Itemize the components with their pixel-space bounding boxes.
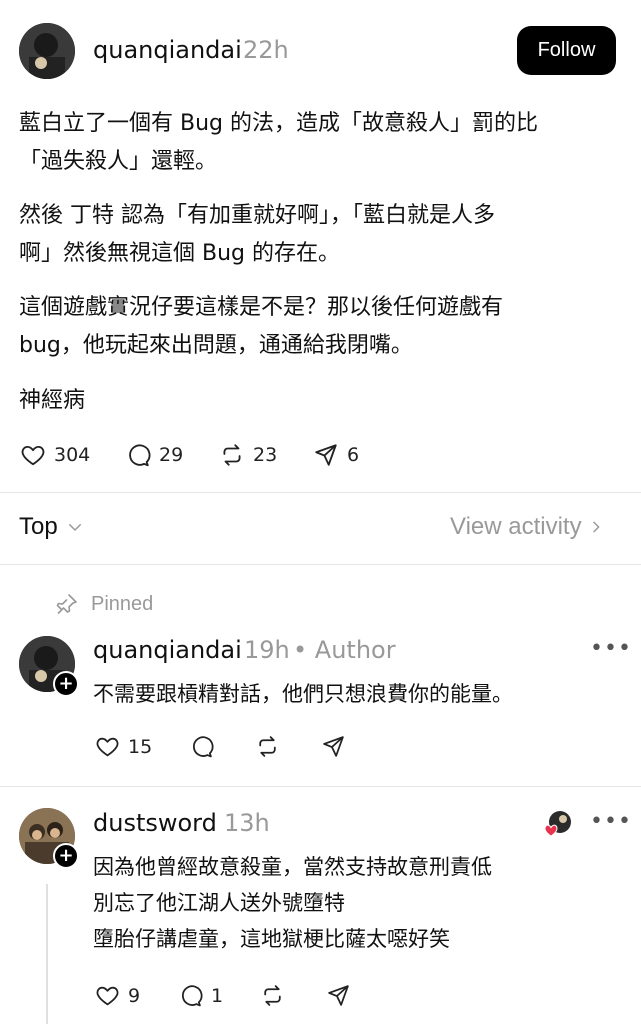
pin-icon <box>56 594 77 614</box>
like-count: 304 <box>54 444 91 466</box>
comment-text: 因為他曾經故意殺童，當然支持故意刑責低 別忘了他江湖人送外號墮特 墮胎仔講虐童，… <box>93 855 492 951</box>
share-button[interactable]: 6 <box>313 442 359 468</box>
comment-like-button[interactable]: 9 <box>95 983 140 1008</box>
comment-repost-button[interactable] <box>255 734 280 759</box>
share-icon <box>328 985 349 1006</box>
chevron-down-icon <box>68 524 81 531</box>
chevron-right-icon <box>592 521 600 533</box>
sort-dropdown[interactable]: Top <box>19 513 84 541</box>
comment-share-button[interactable] <box>326 983 351 1008</box>
comment-reply-count: 1 <box>211 984 224 1007</box>
share-count: 6 <box>347 444 360 466</box>
comment-like-count: 9 <box>128 984 141 1007</box>
divider <box>0 564 641 565</box>
comment-like-count: 15 <box>128 735 153 758</box>
comment-text: 不需要跟槓精對話，他們只想浪費你的能量。 <box>93 682 513 706</box>
share-icon <box>323 736 344 757</box>
repost-icon <box>259 736 276 757</box>
heart-icon <box>96 986 119 1006</box>
pinned-indicator: Pinned <box>55 592 153 616</box>
reply-button[interactable]: 29 <box>125 442 183 468</box>
comment-time: 13h <box>224 809 270 837</box>
like-button[interactable]: 304 <box>20 442 90 468</box>
post-time: 22h <box>243 36 289 64</box>
reply-count: 29 <box>159 444 184 466</box>
sort-label: Top <box>19 513 58 540</box>
post-paragraph-3: 這個遊戲實況仔要這樣是不是？那以後任何遊戲有 bug，他玩起來出問題，通通給我閉… <box>19 295 504 358</box>
post-username[interactable]: quanqiandai <box>93 36 242 64</box>
comment-share-button[interactable] <box>321 734 346 759</box>
more-icon[interactable]: ••• <box>590 809 632 834</box>
view-activity-label: View activity <box>450 513 582 540</box>
comment-icon <box>193 736 214 758</box>
comment-repost-button[interactable] <box>260 983 285 1008</box>
follow-plus-icon[interactable]: + <box>53 671 79 697</box>
comment-icon <box>129 444 151 467</box>
heart-icon <box>96 737 119 757</box>
post-paragraph-4: 神經病 <box>19 388 86 413</box>
share-icon <box>315 444 337 466</box>
comment-icon <box>182 985 203 1007</box>
comment-reply-button[interactable] <box>189 734 214 759</box>
follow-button[interactable]: Follow <box>517 26 616 75</box>
comment-time: 19h <box>244 636 290 664</box>
heart-icon <box>21 445 45 466</box>
view-activity-link[interactable]: View activity <box>450 513 604 541</box>
more-icon[interactable]: ••• <box>590 636 632 661</box>
comment-reply-button[interactable]: 1 <box>178 983 223 1008</box>
repost-count: 23 <box>253 444 278 466</box>
pinned-label: Pinned <box>91 592 154 615</box>
repost-button[interactable]: 23 <box>219 442 277 468</box>
post-author-avatar[interactable] <box>19 23 75 79</box>
post-paragraph-2: 然後 丁特 認為「有加重就好啊」，「藍白就是人多 啊」然後無視這個 Bug 的存… <box>19 203 495 266</box>
post-paragraph-1: 藍白立了一個有 Bug 的法，造成「故意殺人」罰的比 「過失殺人」還輕。 <box>19 111 538 174</box>
repost-icon <box>223 444 241 466</box>
follow-plus-icon[interactable]: + <box>53 843 79 869</box>
comment-username[interactable]: quanqiandai <box>93 636 242 664</box>
thread-line <box>46 884 48 1024</box>
author-tag: • Author <box>293 636 396 664</box>
repost-icon <box>264 985 281 1006</box>
divider <box>0 786 641 787</box>
divider <box>0 492 641 493</box>
comment-like-button[interactable]: 15 <box>95 734 152 759</box>
liked-by-author-avatar <box>544 810 572 838</box>
comment-username[interactable]: dustsword <box>93 809 217 837</box>
